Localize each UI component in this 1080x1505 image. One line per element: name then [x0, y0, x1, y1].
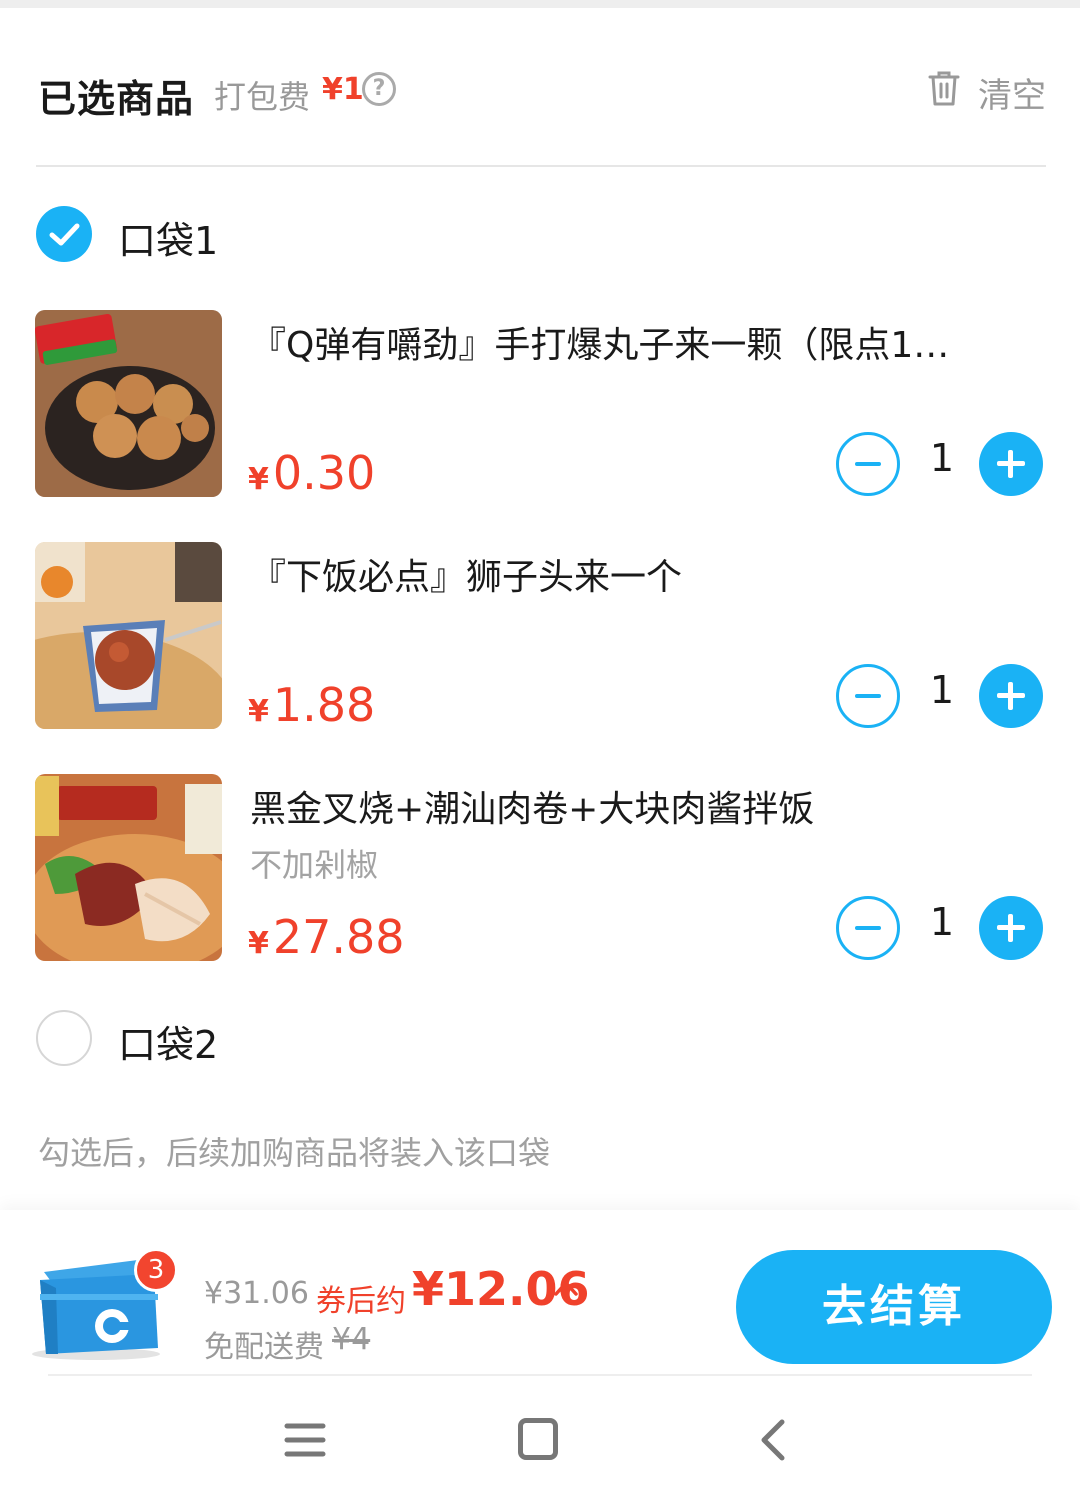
- quantity-value: 1: [929, 436, 955, 480]
- bag-2-row[interactable]: 口袋2: [0, 1004, 1080, 1074]
- home-icon[interactable]: [518, 1418, 558, 1460]
- cart-item: 黑金叉烧+潮汕肉卷+大块肉酱拌饭 不加剁椒 ¥27.88 1: [0, 774, 1080, 964]
- trash-icon[interactable]: [926, 68, 962, 108]
- divider: [48, 1374, 1032, 1376]
- currency-symbol: ¥: [248, 694, 269, 729]
- item-name[interactable]: 『下饭必点』狮子头来一个: [250, 548, 1030, 600]
- bag-1-checkbox[interactable]: [36, 206, 92, 262]
- pack-fee-value: ¥1: [322, 72, 364, 107]
- quantity-value: 1: [929, 900, 955, 944]
- item-price: ¥27.88: [248, 910, 405, 964]
- item-thumbnail-rice-bowl[interactable]: [35, 774, 222, 961]
- pack-fee-label: 打包费: [214, 78, 311, 116]
- page-title: 已选商品: [38, 77, 195, 121]
- delivery-fee-original: ¥4: [332, 1322, 371, 1357]
- price-value: 1.88: [272, 678, 376, 732]
- increase-quantity-button[interactable]: [979, 896, 1043, 960]
- quantity-value: 1: [929, 668, 955, 712]
- divider: [36, 165, 1046, 167]
- cart-count-badge: 3: [134, 1248, 178, 1292]
- item-thumbnail-meatballs[interactable]: [35, 310, 222, 497]
- bag-2-checkbox[interactable]: [36, 1010, 92, 1066]
- coupon-label: 券后约: [316, 1284, 406, 1319]
- selected-items-header: 已选商品 打包费 ¥1 ? 清空: [0, 40, 1080, 140]
- decrease-quantity-button[interactable]: [836, 432, 900, 496]
- caret-up-icon[interactable]: [552, 1276, 580, 1300]
- back-icon[interactable]: [758, 1418, 788, 1462]
- item-name[interactable]: 『Q弹有嚼劲』手打爆丸子来一颗（限点1…: [250, 316, 1030, 368]
- item-name[interactable]: 黑金叉烧+潮汕肉卷+大块肉酱拌饭: [250, 780, 1030, 832]
- checkout-button[interactable]: 去结算: [736, 1250, 1052, 1364]
- bag-2-label: 口袋2: [118, 1023, 219, 1067]
- increase-quantity-button[interactable]: [979, 432, 1043, 496]
- decrease-quantity-button[interactable]: [836, 896, 900, 960]
- item-price: ¥1.88: [248, 678, 375, 732]
- currency-symbol: ¥: [248, 462, 269, 497]
- cart-item: 『Q弹有嚼劲』手打爆丸子来一颗（限点1… ¥0.30 1: [0, 310, 1080, 500]
- clear-button[interactable]: 清空: [978, 68, 1046, 117]
- bag-1-row[interactable]: 口袋1: [0, 200, 1080, 270]
- price-value: 0.30: [272, 446, 376, 500]
- check-icon: [49, 223, 80, 246]
- price-value: 27.88: [272, 910, 405, 964]
- top-strip: [0, 0, 1080, 8]
- free-delivery-label: 免配送费: [204, 1330, 324, 1365]
- menu-icon[interactable]: [284, 1420, 326, 1460]
- help-icon[interactable]: ?: [362, 72, 396, 106]
- increase-quantity-button[interactable]: [979, 664, 1043, 728]
- system-navigation-bar: [0, 1380, 1080, 1505]
- item-spec: 不加剁椒: [250, 846, 379, 884]
- cart-item: 『下饭必点』狮子头来一个 ¥1.88 1: [0, 542, 1080, 732]
- item-price: ¥0.30: [248, 446, 375, 500]
- bag-hint-text: 勾选后，后续加购商品将装入该口袋: [38, 1134, 551, 1172]
- item-thumbnail-lion-head[interactable]: [35, 542, 222, 729]
- decrease-quantity-button[interactable]: [836, 664, 900, 728]
- bag-1-label: 口袋1: [118, 219, 219, 263]
- original-total: ¥31.06: [204, 1276, 309, 1311]
- currency-symbol: ¥: [248, 926, 269, 961]
